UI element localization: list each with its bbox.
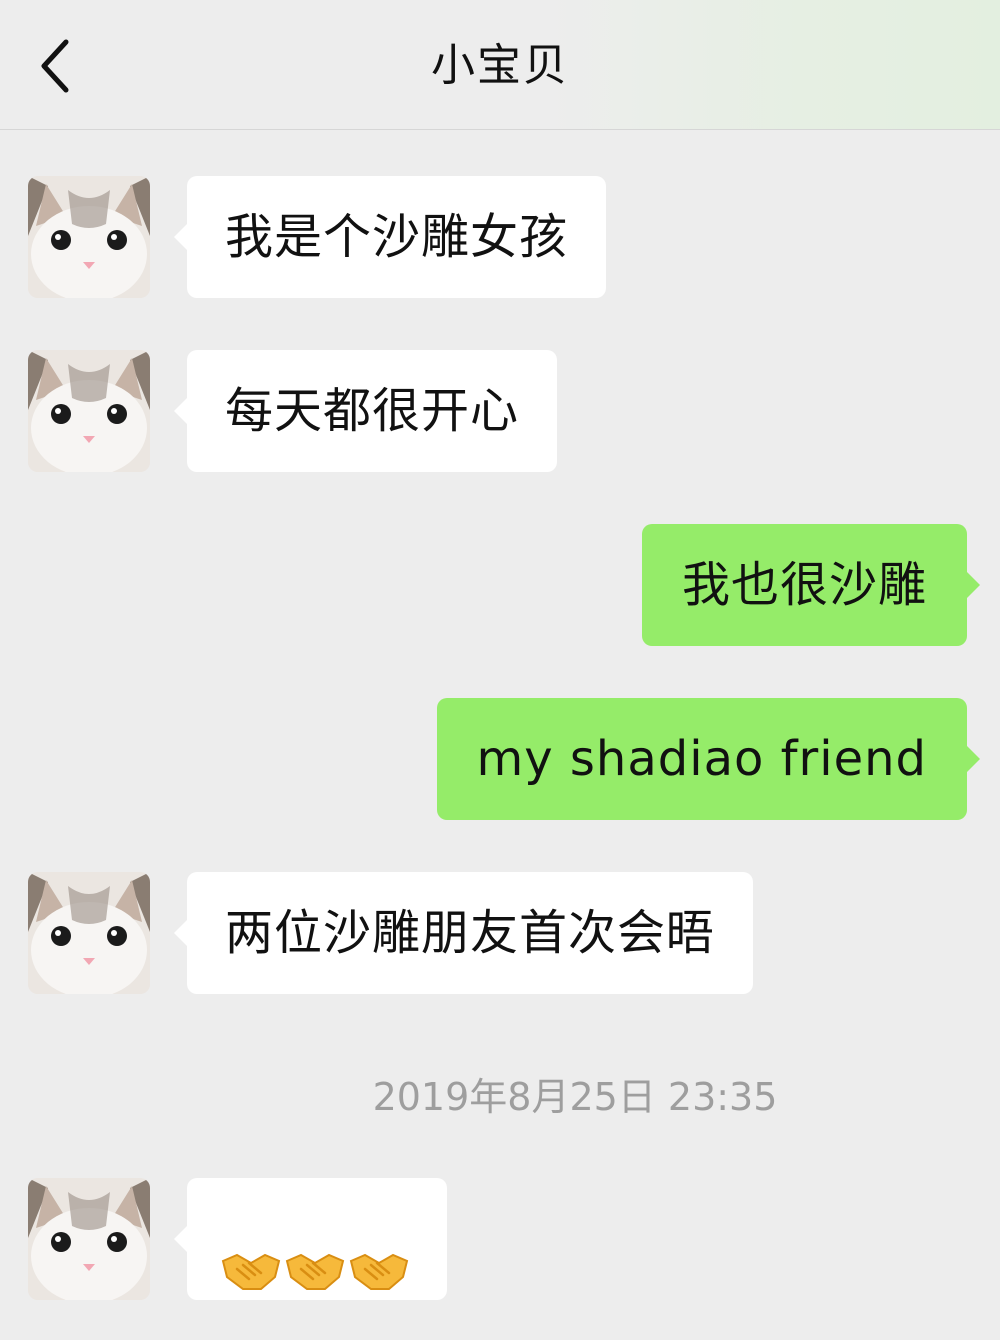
handshake-icon: [221, 1218, 281, 1290]
contact-avatar[interactable]: [28, 176, 150, 298]
handshake-icon: [285, 1218, 345, 1290]
message-text: my shadiao friend: [476, 731, 927, 787]
cat-avatar-icon: [28, 1178, 150, 1300]
handshake-icon: [349, 1218, 409, 1290]
cat-avatar-icon: [28, 872, 150, 994]
message-text: 我也很沙雕: [681, 557, 927, 613]
contact-avatar[interactable]: [28, 872, 150, 994]
message-text: 每天都很开心: [225, 383, 520, 439]
message-text: 我是个沙雕女孩: [225, 209, 569, 265]
contact-avatar[interactable]: [28, 1178, 150, 1300]
message-text: 两位沙雕朋友首次会晤: [225, 905, 716, 961]
outgoing-message-bubble[interactable]: 我也很沙雕: [641, 524, 981, 646]
chat-header: 小宝贝: [0, 0, 1000, 130]
contact-avatar[interactable]: [28, 350, 150, 472]
cat-avatar-icon: [28, 350, 150, 472]
chat-title: 小宝贝: [431, 40, 569, 91]
incoming-message-bubble[interactable]: 两位沙雕朋友首次会晤: [173, 872, 754, 994]
chat-timestamp: 2019年8月25日 23:35: [372, 1075, 778, 1119]
outgoing-message-bubble[interactable]: my shadiao friend: [436, 698, 980, 820]
incoming-message-bubble[interactable]: [174, 1178, 447, 1300]
incoming-message-bubble[interactable]: 每天都很开心: [173, 350, 558, 472]
cat-avatar-icon: [28, 176, 150, 298]
incoming-message-bubble[interactable]: 我是个沙雕女孩: [173, 176, 607, 298]
